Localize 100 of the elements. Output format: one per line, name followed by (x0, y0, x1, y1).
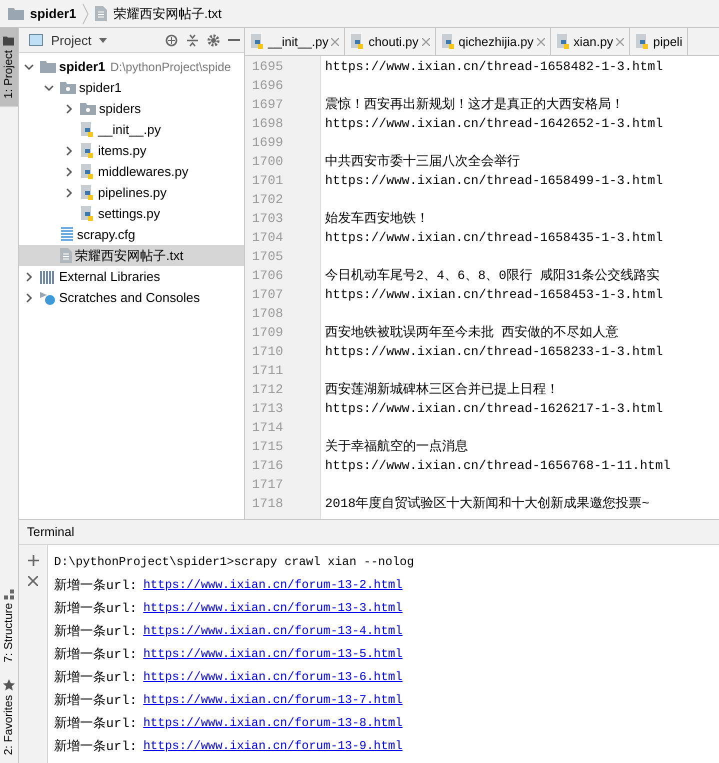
terminal-output: 新增一条url: (54, 600, 138, 618)
tree-item-label: scrapy.cfg (77, 227, 136, 242)
close-icon[interactable] (422, 38, 430, 46)
tree-item-label: items.py (98, 143, 146, 158)
line-number: 1700 (251, 153, 284, 171)
tree-item[interactable]: 荣耀西安网帖子.txt (19, 245, 244, 266)
project-path: D:\pythonProject\spide (110, 60, 231, 74)
line-number: 1701 (251, 172, 284, 190)
settings-icon[interactable] (207, 34, 220, 46)
breadcrumb-item[interactable]: spider1 (30, 6, 76, 21)
url-link[interactable]: https://www.ixian.cn/forum-13-8.html (143, 712, 402, 735)
side-tab[interactable]: 1: Project (0, 28, 18, 107)
url-link[interactable]: https://www.ixian.cn/forum-13-4.html (143, 620, 402, 643)
library-icon (40, 270, 56, 284)
chevron-right-icon[interactable] (64, 104, 74, 114)
tree-item[interactable]: spider1 (19, 77, 244, 98)
url-link[interactable]: https://www.ixian.cn/forum-13-9.html (143, 735, 402, 758)
panel-title[interactable]: Project (51, 32, 92, 48)
chevron-right-icon[interactable] (64, 166, 74, 176)
code-line: https://www.ixian.cn/thread-1658499-1-3.html (325, 173, 663, 188)
folder-icon (4, 36, 14, 46)
terminal-output: 新增一条url: (54, 577, 138, 595)
line-number: 1716 (251, 457, 284, 475)
terminal-output: 新增一条url: (54, 623, 138, 641)
close-icon[interactable] (616, 38, 624, 46)
code-line: https://www.ixian.cn/thread-1658233-1-3.html (325, 344, 663, 359)
terminal-output: 新增一条url: (54, 738, 138, 756)
tree-item[interactable]: spiders (19, 98, 244, 119)
code-line: https://www.ixian.cn/thread-1656768-1-11.html (325, 458, 671, 473)
url-link[interactable]: https://www.ixian.cn/forum-13-7.html (143, 689, 402, 712)
chevron-right-icon[interactable] (24, 292, 34, 302)
caret-down-icon[interactable] (99, 38, 108, 42)
line-number: 1705 (251, 248, 284, 266)
tree-item-label: settings.py (98, 206, 160, 221)
tree-item[interactable]: Scratches and Consoles (19, 287, 244, 308)
line-number: 1714 (251, 419, 284, 437)
editor-tab[interactable]: xian.py (550, 28, 630, 55)
close-icon[interactable] (536, 38, 545, 46)
tree-item-label: 荣耀西安网帖子.txt (75, 246, 184, 264)
tab-label: qichezhijia.py (458, 34, 534, 48)
code-line: https://www.ixian.cn/thread-1658435-1-3.html (325, 230, 663, 245)
line-number: 1717 (251, 476, 284, 494)
python-file-icon (80, 206, 95, 222)
python-file-icon (80, 184, 95, 200)
side-tab[interactable]: 7: Structure (0, 581, 18, 671)
editor-tab[interactable]: qichezhijia.py (436, 28, 551, 55)
side-tab-label: 2: Favorites (3, 694, 15, 755)
code-line: 西安地铁被耽误两年至今未批 西安做的不尽如人意 (325, 325, 619, 340)
close-icon[interactable] (28, 576, 38, 586)
window-icon (29, 34, 43, 46)
url-link[interactable]: https://www.ixian.cn/forum-13-5.html (143, 643, 402, 666)
tree-item[interactable]: __init__.py (19, 119, 244, 140)
line-number: 1695 (251, 58, 284, 76)
text-file-icon (60, 248, 72, 263)
tree-item[interactable]: scrapy.cfg (19, 224, 244, 245)
tree-item[interactable]: External Libraries (19, 266, 244, 287)
scratch-icon (40, 290, 56, 306)
config-file-icon (60, 227, 74, 242)
breadcrumb-item[interactable]: 荣耀西安网帖子.txt (113, 4, 222, 22)
close-icon[interactable] (331, 38, 340, 46)
plus-icon[interactable] (28, 555, 38, 566)
code-line: 西安莲湖新城碑林三区合并已提上日程！ (325, 382, 559, 397)
code-line: https://www.ixian.cn/thread-1658482-1-3.html (325, 59, 663, 74)
editor-tab[interactable]: __init__.py (245, 28, 346, 55)
url-link[interactable]: https://www.ixian.cn/forum-13-3.html (143, 597, 402, 620)
editor-tab[interactable]: pipeli (630, 28, 688, 55)
tab-label: chouti.py (368, 34, 418, 48)
code-line: https://www.ixian.cn/thread-1642652-1-3.html (325, 116, 663, 131)
line-number: 1706 (251, 267, 284, 285)
chevron-down-icon[interactable] (24, 62, 34, 72)
tree-item[interactable]: middlewares.py (19, 161, 244, 182)
minimize-icon[interactable] (228, 38, 240, 42)
tree-item[interactable]: settings.py (19, 203, 244, 224)
chevron-right-icon[interactable] (64, 188, 74, 198)
collapse-icon[interactable] (186, 34, 199, 46)
tree-item[interactable]: pipelines.py (19, 182, 244, 203)
line-number: 1715 (251, 438, 284, 456)
tree-item[interactable]: items.py (19, 140, 244, 161)
tab-label: __init__.py (268, 34, 328, 48)
tree-item-label: pipelines.py (98, 185, 167, 200)
terminal-title[interactable]: Terminal (27, 525, 74, 539)
tree-item-label: Scratches and Consoles (59, 290, 200, 305)
chevron-down-icon[interactable] (44, 82, 54, 92)
url-link[interactable]: https://www.ixian.cn/forum-13-2.html (143, 574, 402, 597)
line-number: 1704 (251, 229, 284, 247)
star-icon (3, 678, 15, 691)
crosshair-icon[interactable] (165, 34, 178, 46)
terminal-output: 新增一条url: (54, 646, 138, 664)
line-number: 1712 (251, 381, 284, 399)
terminal-command: D:\pythonProject\spider1>scrapy crawl xian --nolog (54, 554, 414, 571)
side-tab[interactable]: 2: Favorites (0, 670, 18, 763)
chevron-right-icon[interactable] (64, 146, 74, 156)
line-number: 1710 (251, 343, 284, 361)
code-line: 中共西安市委十三届八次全会举行 (325, 154, 520, 169)
editor-tab[interactable]: chouti.py (345, 28, 436, 55)
line-number: 1697 (251, 96, 284, 114)
line-number: 1699 (251, 134, 284, 152)
tree-item[interactable]: spider1 D:\pythonProject\spide (19, 56, 244, 77)
url-link[interactable]: https://www.ixian.cn/forum-13-6.html (143, 666, 402, 689)
chevron-right-icon[interactable] (24, 272, 34, 282)
